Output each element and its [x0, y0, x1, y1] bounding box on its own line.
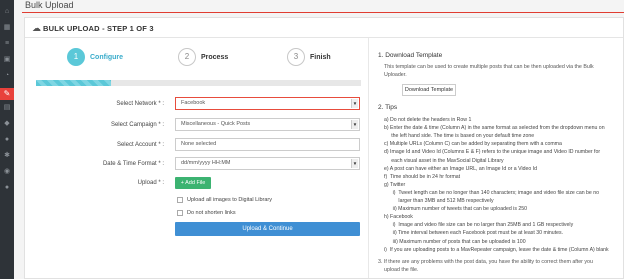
tip-line: ii) Time interval between each Facebook …: [384, 230, 564, 237]
tip-line: each visual asset in the MavSocial Digit…: [384, 157, 504, 164]
problems-note-line1: 3. If there are any problems with the po…: [378, 259, 593, 265]
upload-label: Upload * :: [137, 180, 164, 186]
tip-line: larger than 3MB and 512 MB respectively: [384, 198, 494, 204]
step-3-label: Finish: [310, 54, 331, 61]
step-1-label: Configure: [90, 54, 124, 61]
tip-line: the left hand side. The time is based on…: [384, 133, 535, 140]
problems-note-line2: upload the file.: [384, 267, 419, 273]
no-shorten-label: Do not shorten links: [187, 210, 236, 216]
no-shorten-checkbox[interactable]: [177, 210, 183, 216]
tip-line: g) Twitter: [384, 181, 406, 188]
page-title: Bulk Upload: [25, 0, 74, 10]
tip-line: ii) Maximum number of tweets that can be…: [384, 206, 528, 213]
upload-images-checkbox[interactable]: [177, 197, 183, 203]
download-template-heading: 1. Download Template: [378, 52, 443, 59]
account-select[interactable]: None selected: [175, 138, 360, 151]
edit-icon[interactable]: ✎: [0, 88, 14, 100]
step-2-circle: 2: [178, 48, 196, 66]
account-value: None selected: [181, 141, 217, 147]
network-label: Select Network * :: [116, 101, 164, 107]
settings-icon[interactable]: ✱: [3, 152, 11, 159]
step-2-label: Process: [201, 54, 229, 61]
tip-line: d) Image Id and Video Id (Columns E & F)…: [384, 149, 601, 156]
home-icon[interactable]: ⌂: [3, 8, 11, 15]
calendar-icon[interactable]: ▣: [3, 56, 11, 63]
tip-line: iii) Maximum number of posts that can be…: [384, 238, 526, 245]
list-icon[interactable]: ≡: [3, 40, 11, 47]
tag-icon[interactable]: ◆: [3, 120, 11, 127]
datetime-format-value: dd/mm/yyyy HH:MM: [181, 160, 231, 166]
download-template-button[interactable]: Download Template: [402, 84, 456, 96]
tip-line: e) A post can have either an Image URL, …: [384, 165, 538, 172]
folder-icon[interactable]: ▤: [3, 104, 11, 111]
template-desc-line1: This template can be used to create mult…: [384, 64, 594, 70]
comment-icon[interactable]: ●: [3, 184, 11, 191]
tip-line: i) Tweet length can be no longer than 14…: [384, 189, 600, 196]
network-select[interactable]: Facebook ▼: [175, 97, 360, 110]
cloud-upload-icon: ☁: [32, 23, 41, 33]
chart-icon[interactable]: ◔: [3, 72, 11, 79]
tip-line: a) Do not delete the headers in Row 1: [384, 117, 472, 123]
network-value: Facebook: [181, 100, 206, 106]
upload-images-label: Upload all images to Digital Library: [187, 197, 272, 203]
tip-line: i) Image and video file size can be no l…: [384, 222, 574, 229]
tip-line: c) Multiple URLs (Column C) can be added…: [384, 141, 562, 148]
progress-fill: [36, 80, 111, 86]
campaign-label: Select Campaign * :: [110, 122, 164, 128]
users-icon[interactable]: ●: [3, 136, 11, 143]
chevron-down-icon: ▼: [351, 120, 358, 129]
column-divider: [368, 38, 369, 278]
panel-title: BULK UPLOAD - STEP 1 OF 3: [43, 24, 154, 33]
chevron-down-icon: ▼: [351, 159, 358, 168]
account-label: Select Account * :: [116, 142, 164, 148]
add-file-button[interactable]: + Add File: [175, 177, 211, 189]
tip-line: f) Time should be in 24 hr format: [384, 173, 461, 180]
tip-line: b) Enter the date & time (Column A) in t…: [384, 125, 605, 132]
step-1-circle: 1: [67, 48, 85, 66]
template-desc-line2: Uploader.: [384, 72, 407, 78]
sidebar: ⌂ ▦ ≡ ▣ ◔ ✎ ▤ ◆ ● ✱ ◉ ●: [0, 0, 14, 279]
wizard-progress-bar: [36, 80, 361, 86]
tip-line: i) If you are uploading posts to a MavRe…: [384, 246, 609, 253]
grid-icon[interactable]: ▦: [3, 24, 11, 31]
step-3-circle: 3: [287, 48, 305, 66]
upload-continue-button[interactable]: Upload & Continue: [175, 222, 360, 236]
tip-line: h) Facebook: [384, 214, 413, 221]
chevron-down-icon: ▼: [351, 99, 358, 108]
tips-heading: 2. Tips: [378, 104, 398, 111]
panel-header: ☁ BULK UPLOAD - STEP 1 OF 3: [25, 18, 623, 38]
campaign-value: Miscellaneous - Quick Posts: [181, 121, 251, 127]
datetime-format-select[interactable]: dd/mm/yyyy HH:MM ▼: [175, 157, 360, 170]
datetime-format-label: Date & Time Format * :: [102, 161, 164, 167]
title-divider: [22, 12, 624, 13]
bell-icon[interactable]: ◉: [3, 168, 11, 175]
campaign-select[interactable]: Miscellaneous - Quick Posts ▼: [175, 118, 360, 131]
